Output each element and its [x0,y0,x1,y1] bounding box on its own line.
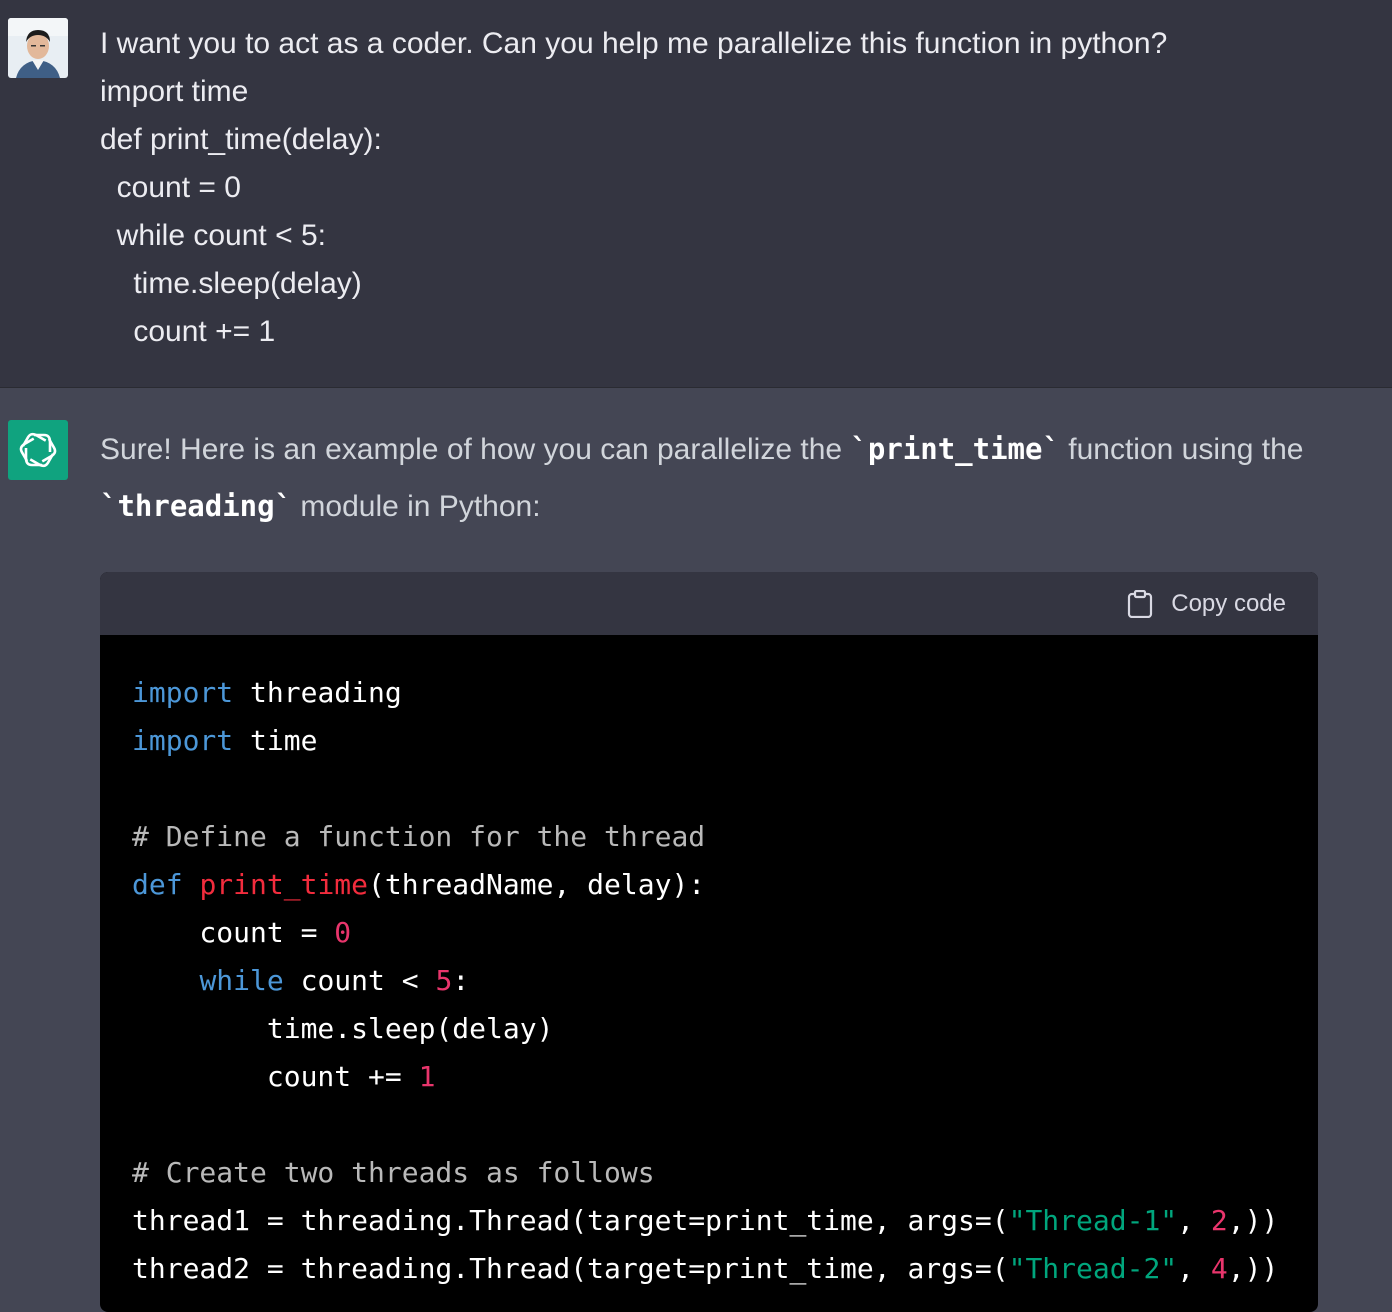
code-block-header: Copy code [100,572,1318,635]
code-comment: # Define a function for the thread [132,820,706,853]
user-line-6: time.sleep(delay) [100,267,362,300]
assistant-message: Sure! Here is an example of how you can … [0,388,1392,1312]
code-comment: # Create two threads as follows [132,1156,655,1189]
code-line: while count < 5: [132,957,1286,1005]
code-line: thread2 = threading.Thread(target=print_… [132,1245,1286,1293]
intro-text-3: module in Python: [292,490,541,523]
code-block: Copy code import threading import time #… [100,572,1318,1312]
user-line-5: while count < 5: [100,219,326,252]
code-number: 5 [435,964,453,997]
code-text: thread2 = threading.Thread(target=print_… [132,1252,1009,1285]
code-text: , [1177,1204,1211,1237]
intro-text-2: function using the [1059,433,1304,466]
code-text: , [1177,1252,1211,1285]
intro-text-1: Sure! Here is an example of how you can … [100,433,851,466]
code-text: ,)) [1227,1252,1279,1285]
code-line: # Create two threads as follows [132,1149,1286,1197]
code-number: 0 [334,916,352,949]
user-line-3: def print_time(delay): [100,123,382,156]
code-line: import threading [132,669,1286,717]
code-number: 4 [1210,1252,1228,1285]
code-number: 1 [418,1060,436,1093]
code-number: 2 [1210,1204,1228,1237]
openai-logo-icon [8,420,68,480]
code-line: count += 1 [132,1053,1286,1101]
code-string: "Thread-2" [1008,1252,1178,1285]
user-line-4: count = 0 [100,171,241,204]
code-string: "Thread-1" [1008,1204,1178,1237]
code-text: count += [132,1060,419,1093]
code-line: time.sleep(delay) [132,1005,1286,1053]
code-text: time [233,724,318,757]
inline-code-print-time: `print_time` [850,432,1060,466]
user-line-2: import time [100,75,249,108]
code-line: count = 0 [132,909,1286,957]
code-keyword: import [132,676,234,709]
user-avatar-photo [8,18,68,78]
user-avatar [8,18,68,78]
inline-code-threading: `threading` [100,489,293,523]
code-text: count = [132,916,335,949]
code-text: thread1 = threading.Thread(target=print_… [132,1204,1009,1237]
assistant-intro-text: Sure! Here is an example of how you can … [100,421,1320,535]
code-body[interactable]: import threading import time # Define a … [100,635,1318,1293]
copy-code-button[interactable]: Copy code [1127,572,1286,635]
user-line-1: I want you to act as a coder. Can you he… [100,27,1168,60]
clipboard-icon [1128,589,1153,618]
code-keyword: def [132,868,183,901]
user-line-7: count += 1 [100,315,276,348]
code-text: ,)) [1227,1204,1279,1237]
code-text: : [452,964,470,997]
code-text: time.sleep(delay) [132,1012,554,1045]
code-line: import time [132,717,1286,765]
code-function-name: print_time [199,868,369,901]
code-text: (threadName, delay): [368,868,706,901]
user-message: I want you to act as a coder. Can you he… [0,0,1392,388]
code-text: threading [233,676,402,709]
code-text: count < [283,964,436,997]
code-line: def print_time(threadName, delay): [132,861,1286,909]
copy-code-label: Copy code [1171,589,1286,617]
code-line: # Define a function for the thread [132,813,1286,861]
code-keyword: while [199,964,284,997]
user-message-text: I want you to act as a coder. Can you he… [100,20,1167,356]
code-keyword: import [132,724,234,757]
code-line: thread1 = threading.Thread(target=print_… [132,1197,1286,1245]
